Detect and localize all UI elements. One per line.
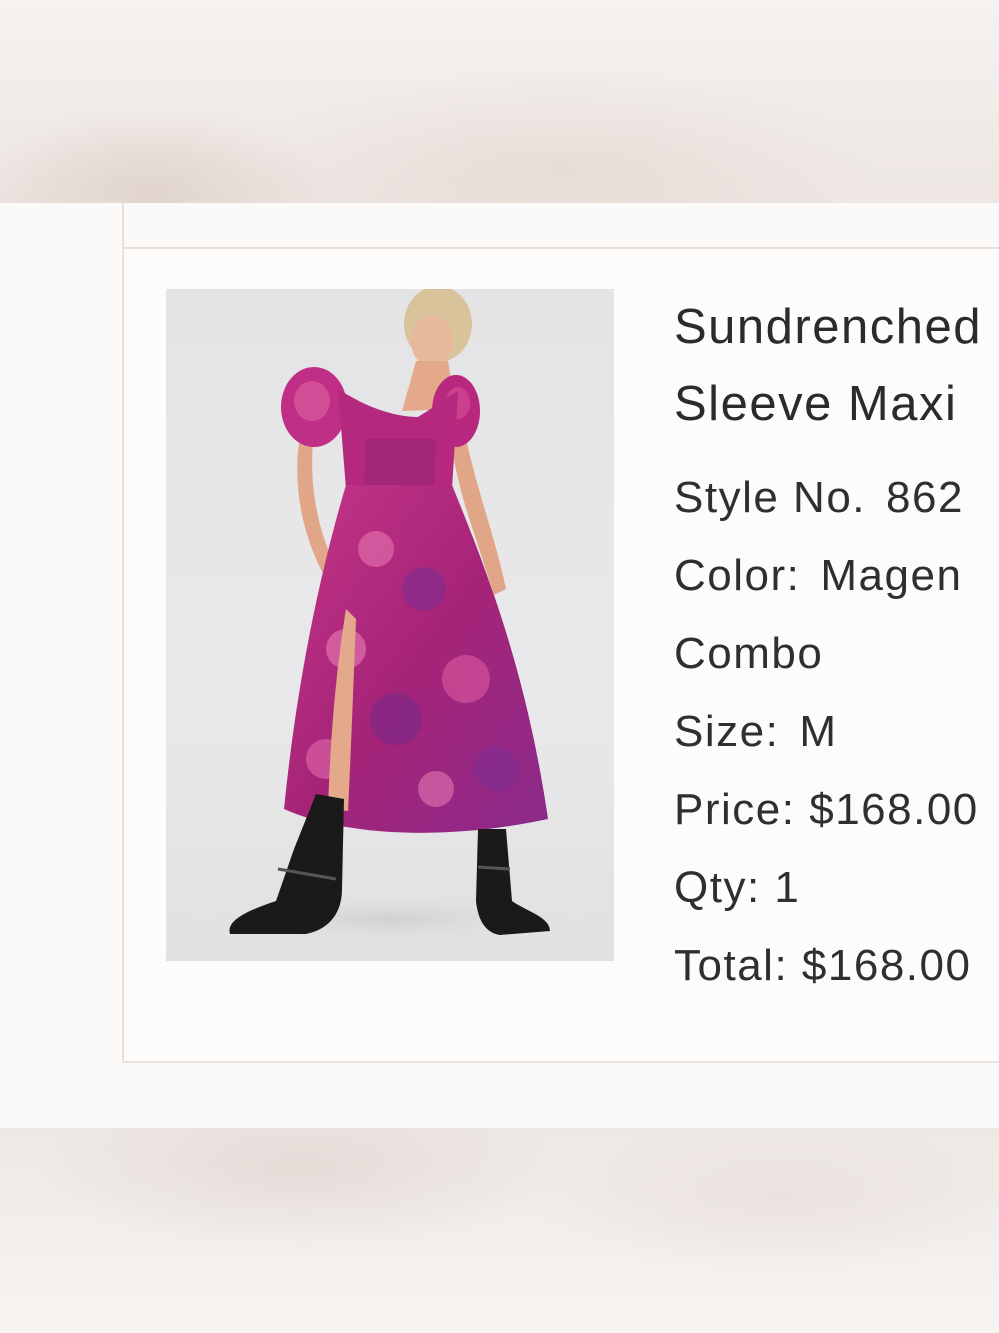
price-row: Price: $168.00 (674, 771, 999, 849)
qty-label: Qty: (674, 863, 761, 912)
total-row: Total: $168.00 (674, 927, 999, 1005)
color-row-continued: Combo (674, 615, 999, 693)
qty-value: 1 (774, 863, 801, 912)
style-row: Style No. 862 (674, 459, 999, 537)
dress-photo-illustration (191, 289, 591, 949)
color-row: Color: Magen (674, 537, 999, 615)
blurred-background-bottom (0, 1128, 999, 1333)
product-details: Sundrenched Sleeve Maxi Style No. 862 Col… (674, 289, 999, 1005)
total-value: $168.00 (801, 941, 972, 990)
product-title[interactable]: Sundrenched Sleeve Maxi (674, 289, 999, 443)
order-summary-area: Sundrenched Sleeve Maxi Style No. 862 Col… (0, 203, 999, 1128)
style-label: Style No. (674, 473, 867, 522)
total-label: Total: (674, 941, 789, 990)
price-label: Price: (674, 785, 796, 834)
product-image[interactable] (166, 289, 614, 961)
size-row: Size: M (674, 693, 999, 771)
product-card: Sundrenched Sleeve Maxi Style No. 862 Col… (126, 249, 999, 1061)
blurred-background-top (0, 0, 999, 203)
size-value: M (799, 707, 838, 756)
color-value: Magen (820, 551, 963, 600)
size-label: Size: (674, 707, 780, 756)
color-value-line2: Combo (674, 629, 824, 678)
color-label: Color: (674, 551, 801, 600)
product-attributes: Style No. 862 Color: Magen Combo Size: M Pr… (674, 459, 999, 1005)
product-title-line1: Sundrenched (674, 300, 983, 354)
order-item-frame: Sundrenched Sleeve Maxi Style No. 862 Col… (122, 203, 999, 1063)
product-title-line2: Sleeve Maxi (674, 377, 958, 431)
qty-row: Qty: 1 (674, 849, 999, 927)
price-value: $168.00 (809, 785, 979, 834)
style-value: 862 (886, 473, 964, 522)
